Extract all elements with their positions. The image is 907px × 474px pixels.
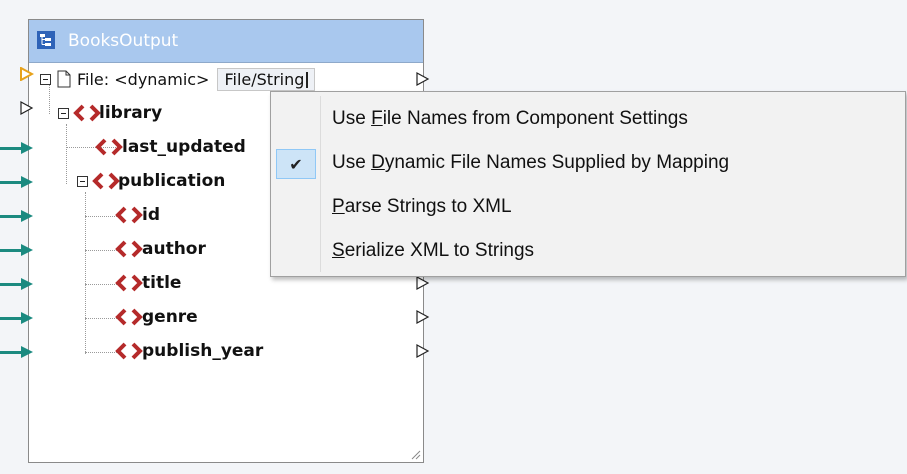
file-input-port[interactable]	[20, 67, 34, 81]
tree-node-publication[interactable]: publication	[77, 168, 225, 194]
tree-node-label: publication	[118, 171, 226, 191]
menu-item-label: Use File Names from Component Settings	[332, 108, 688, 129]
tree-node-publish-year[interactable]: publish_year	[115, 338, 263, 364]
tree-node-author[interactable]: author	[115, 236, 206, 262]
menu-item-use-dynamic-file-names[interactable]: ✔ Use Dynamic File Names Supplied by Map…	[273, 145, 903, 181]
collapse-toggle[interactable]	[77, 175, 88, 187]
file-row: File: <dynamic> File/String	[40, 66, 316, 92]
tree-guide	[85, 318, 117, 319]
tree-node-last-updated[interactable]: last_updated	[95, 134, 246, 160]
resize-grip-icon[interactable]	[409, 448, 421, 460]
output-port[interactable]	[416, 276, 430, 290]
connected-input-port[interactable]	[20, 311, 34, 325]
tree-node-label: id	[142, 205, 160, 225]
tree-node-title[interactable]: title	[115, 270, 181, 296]
file-string-button-label: File/String	[224, 69, 305, 89]
collapse-toggle[interactable]	[58, 107, 69, 119]
tree-guide	[66, 124, 67, 184]
tree-node-library[interactable]: library	[58, 100, 162, 126]
tree-node-label: library	[99, 103, 163, 123]
tree-node-label: author	[142, 239, 206, 259]
checked-indicator: ✔	[276, 149, 316, 179]
tree-node-label: genre	[142, 307, 198, 327]
output-port[interactable]	[416, 344, 430, 358]
file-string-context-menu: Use File Names from Component Settings ✔…	[270, 91, 906, 277]
menu-item-parse-strings-to-xml[interactable]: Parse Strings to XML	[273, 189, 903, 225]
menu-item-label: Parse Strings to XML	[332, 196, 512, 217]
component-title: BooksOutput	[68, 31, 179, 51]
connected-input-port[interactable]	[20, 141, 34, 155]
output-port[interactable]	[416, 72, 430, 86]
xml-component-icon	[37, 31, 55, 49]
tree-guide	[85, 216, 117, 217]
menu-item-label: Serialize XML to Strings	[332, 240, 535, 261]
connected-input-port[interactable]	[20, 277, 34, 291]
tree-node-id[interactable]: id	[115, 202, 160, 228]
tree-node-genre[interactable]: genre	[115, 304, 198, 330]
connected-input-port[interactable]	[20, 243, 34, 257]
tree-guide	[85, 284, 117, 285]
connected-input-port[interactable]	[20, 209, 34, 223]
tree-guide	[85, 250, 117, 251]
file-name-label: File: <dynamic>	[77, 69, 210, 89]
menu-item-serialize-xml-to-strings[interactable]: Serialize XML to Strings	[273, 233, 903, 269]
file-string-button[interactable]: File/String	[217, 67, 316, 91]
tree-guide	[85, 352, 117, 353]
connected-input-port[interactable]	[20, 345, 34, 359]
tree-node-label: title	[142, 273, 182, 293]
input-port[interactable]	[20, 101, 34, 115]
tree-node-label: publish_year	[142, 341, 264, 361]
checkmark-icon: ✔	[289, 154, 303, 174]
connected-input-port[interactable]	[20, 175, 34, 189]
text-cursor	[306, 71, 309, 88]
tree-node-label: last_updated	[122, 137, 246, 157]
menu-item-label: Use Dynamic File Names Supplied by Mappi…	[332, 152, 730, 173]
output-port[interactable]	[416, 310, 430, 324]
menu-item-use-file-names-from-settings[interactable]: Use File Names from Component Settings	[273, 101, 903, 137]
file-icon	[57, 70, 71, 88]
collapse-toggle[interactable]	[40, 73, 51, 85]
component-header[interactable]: BooksOutput	[29, 20, 423, 63]
